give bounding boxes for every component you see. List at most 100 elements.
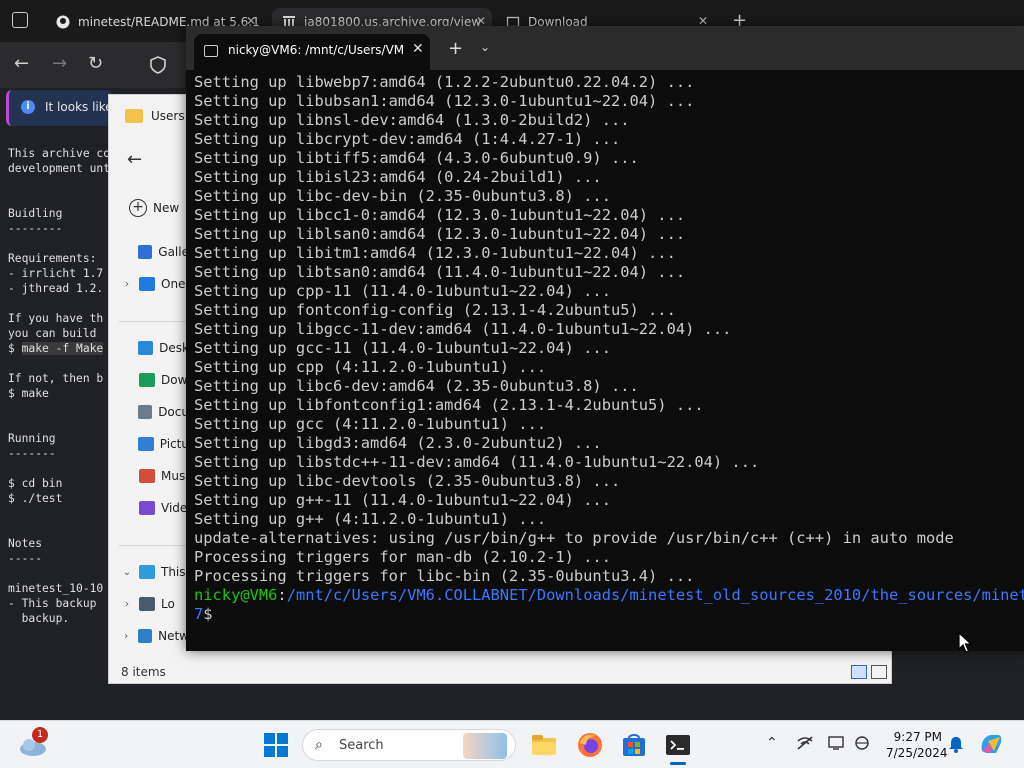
readme-line: you can build [8, 327, 97, 340]
music-icon [139, 469, 155, 483]
pictures-icon [138, 437, 154, 451]
readme-line: Running [8, 432, 56, 445]
mouse-cursor-icon [958, 632, 973, 653]
videos-icon [139, 501, 155, 515]
nav-item-pictures[interactable]: Pictu [109, 433, 189, 455]
nav-item-label: Pictu [159, 437, 189, 451]
info-bar: i It looks like [6, 90, 113, 126]
nav-item-onedrive[interactable]: › One [109, 273, 189, 295]
nav-item-documents[interactable]: Docu [109, 401, 189, 423]
close-tab-icon[interactable]: ✕ [412, 41, 424, 57]
microsoft-store-icon[interactable] [620, 731, 648, 759]
terminal-line: Setting up fontconfig-config (2.13.1-4.2… [194, 301, 676, 319]
chevron-right-icon[interactable]: › [119, 279, 135, 290]
chevron-down-icon[interactable]: ⌄ [119, 567, 135, 578]
terminal-line: Setting up libnsl-dev:amd64 (1.3.0-2buil… [194, 111, 630, 129]
chevron-right-icon[interactable]: › [119, 631, 134, 642]
desktop-icon [138, 341, 154, 355]
clock-date: 7/25/2024 [886, 746, 948, 760]
local-disk-icon [139, 597, 155, 611]
readme-line: - irrlicht 1.7 [8, 267, 104, 280]
readme-line: If not, then b [8, 372, 104, 385]
nav-item-label: Galle [158, 245, 189, 259]
terminal-line: Setting up libgcc-11-dev:amd64 (11.4.0-1… [194, 320, 732, 338]
nav-item-label: Musi [161, 469, 189, 483]
nav-item-local-disk[interactable]: › Lo [109, 593, 189, 615]
info-bar-text: It looks like [45, 100, 113, 114]
nav-item-label: Vide [161, 501, 188, 515]
chevron-right-icon[interactable]: › [119, 599, 135, 610]
explorer-tab-label[interactable]: Users [151, 109, 185, 123]
search-label: Search [339, 738, 384, 753]
reload-icon[interactable]: ↻ [88, 54, 103, 74]
readme-line: - This backup [8, 597, 97, 610]
nav-item-label: Netw [158, 629, 189, 643]
readme-line: $ make -f Make [8, 342, 104, 355]
onedrive-icon [139, 277, 155, 291]
network-icon [137, 629, 153, 643]
new-button[interactable]: New [153, 201, 179, 215]
chevron-down-icon[interactable]: ⌄ [480, 40, 490, 54]
documents-icon [137, 405, 153, 419]
network-offline-icon[interactable] [796, 735, 814, 755]
nav-item-label: Lo [161, 597, 175, 611]
prompt-path: /mnt/c/Users/VM6.COLLABNET/Downloads/min… [286, 586, 1024, 604]
notifications-bell-icon[interactable] [948, 735, 964, 757]
prompt-user: nicky@VM6 [194, 586, 278, 604]
new-tab-button[interactable]: + [448, 38, 463, 59]
weather-widget[interactable]: 1 [18, 727, 48, 759]
display-icon[interactable] [828, 735, 844, 755]
view-toggle [847, 665, 887, 682]
terminal-line: Setting up libitm1:amd64 (12.3.0-1ubuntu… [194, 244, 676, 262]
plus-icon[interactable]: + [129, 199, 147, 217]
prompt-separator: : [277, 586, 287, 604]
terminal-line: Setting up libubsan1:amd64 (12.3.0-1ubun… [194, 92, 695, 110]
terminal-tab[interactable]: nicky@VM6: /mnt/c/Users/VM ✕ [194, 34, 430, 70]
downloads-icon [139, 373, 155, 387]
terminal-line: Setting up gcc (4:11.2.0-1ubuntu1) ... [194, 415, 547, 433]
windows-start-icon[interactable] [264, 733, 288, 757]
nav-item-this-pc[interactable]: ⌄ This [109, 561, 189, 583]
terminal-line: Setting up libtsan0:amd64 (11.4.0-1ubunt… [194, 263, 686, 281]
chevron-up-icon[interactable]: ⌃ [766, 735, 778, 751]
nav-divider [119, 545, 189, 546]
nav-item-downloads[interactable]: Dow [109, 369, 189, 391]
back-arrow-icon[interactable]: ← [14, 54, 29, 74]
nav-item-music[interactable]: Musi [109, 465, 189, 487]
details-view-icon[interactable] [851, 665, 867, 679]
terminal-line: Setting up libisl23:amd64 (0.24-2build1)… [194, 168, 602, 186]
item-count: 8 items [121, 665, 166, 679]
nav-item-network[interactable]: › Netw [109, 625, 189, 647]
nav-item-label: This [161, 565, 186, 579]
file-explorer-icon[interactable] [530, 731, 558, 759]
copilot-icon[interactable] [978, 731, 1004, 761]
readme-line: $ cd bin [8, 477, 63, 490]
readme-line: Buidling [8, 207, 63, 220]
back-arrow-icon[interactable]: ← [127, 149, 142, 170]
nav-item-gallery[interactable]: Galle [109, 241, 189, 263]
notification-badge: 1 [32, 727, 48, 743]
readme-line: $ ./test [8, 492, 63, 505]
terminal-icon[interactable] [664, 731, 692, 765]
terminal-line: Setting up libcrypt-dev:amd64 (1:4.4.27-… [194, 130, 621, 148]
readme-line: backup. [8, 612, 70, 625]
terminal-output[interactable]: Setting up libwebp7:amd64 (1.2.2-2ubuntu… [194, 73, 1024, 651]
taskbar-search[interactable]: ⌕ Search [302, 729, 516, 761]
readme-line: -------- [8, 222, 63, 235]
nav-item-desktop[interactable]: Desk [109, 337, 189, 359]
tiles-view-icon[interactable] [871, 665, 887, 679]
readme-line: development unt [8, 162, 111, 175]
forward-arrow-icon[interactable]: → [52, 54, 67, 74]
nav-divider [119, 321, 189, 322]
nav-item-videos[interactable]: Vide [109, 497, 189, 519]
shield-icon[interactable] [150, 56, 166, 77]
terminal-window: nicky@VM6: /mnt/c/Users/VM ✕ + ⌄ Setting… [186, 26, 1024, 651]
firefox-icon[interactable] [576, 731, 604, 759]
clock[interactable]: 9:27 PM 7/25/2024 [886, 729, 948, 761]
terminal-line: Setting up libfontconfig1:amd64 (2.13.1-… [194, 396, 704, 414]
readme-line: ----- [8, 552, 43, 565]
tab-actions-icon[interactable] [12, 12, 28, 28]
language-icon[interactable] [854, 735, 870, 755]
info-icon: i [21, 100, 35, 114]
folder-icon [125, 109, 143, 123]
